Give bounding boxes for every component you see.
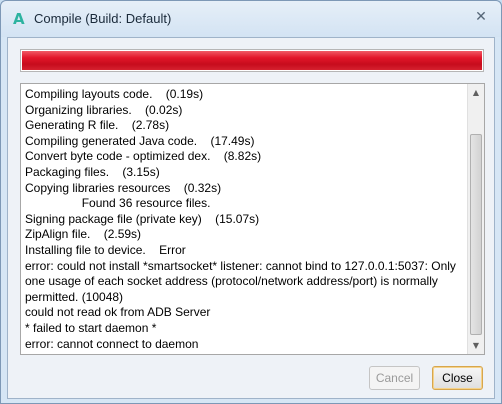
log-line: Found 36 resource files. (25, 196, 211, 211)
window-title: Compile (Build: Default) (34, 11, 172, 26)
log-line: Installing file to device. Error (25, 242, 186, 257)
log-line: Packaging files. (3.15s) (25, 164, 160, 179)
log-line: Copying libraries resources (0.32s) (25, 180, 222, 195)
log-line: error: cannot connect to daemon (25, 336, 199, 351)
cancel-button[interactable]: Cancel (369, 366, 420, 390)
log-line: error: could not install *smartsocket* l… (25, 258, 460, 304)
scroll-up-arrow-icon[interactable]: ▲ (468, 84, 484, 101)
title-bar[interactable]: A Compile (Build: Default) ✕ (1, 1, 501, 37)
log-line: could not read ok from ADB Server (25, 305, 211, 320)
log-line: Compiling generated Java code. (17.49s) (25, 133, 255, 148)
scrollbar-thumb[interactable] (470, 134, 482, 335)
log-textarea[interactable]: Compiling layouts code. (0.19s) Organizi… (20, 83, 485, 355)
progress-fill (22, 51, 482, 70)
scroll-down-arrow-icon[interactable]: ▼ (468, 337, 484, 354)
close-icon[interactable]: ✕ (473, 9, 489, 25)
close-button[interactable]: Close (432, 366, 483, 390)
android-a-icon: A (13, 10, 25, 28)
log-line: Generating R file. (2.78s) (25, 118, 170, 133)
log-line: Organizing libraries. (0.02s) (25, 102, 183, 117)
compile-dialog: A Compile (Build: Default) ✕ Compiling l… (0, 0, 502, 404)
dialog-body: Compiling layouts code. (0.19s) Organizi… (7, 37, 495, 399)
progress-bar (20, 49, 484, 72)
log-line: ZipAlign file. (2.59s) (25, 227, 142, 242)
log-line: Signing package file (private key) (15.0… (25, 211, 260, 226)
log-line: Compiling layouts code. (0.19s) (25, 87, 204, 101)
log-text[interactable]: Compiling layouts code. (0.19s) Organizi… (25, 87, 465, 351)
log-line: Convert byte code - optimized dex. (8.82… (25, 149, 262, 164)
log-line: * failed to start daemon * (25, 320, 157, 335)
vertical-scrollbar[interactable]: ▲ ▼ (467, 84, 484, 354)
